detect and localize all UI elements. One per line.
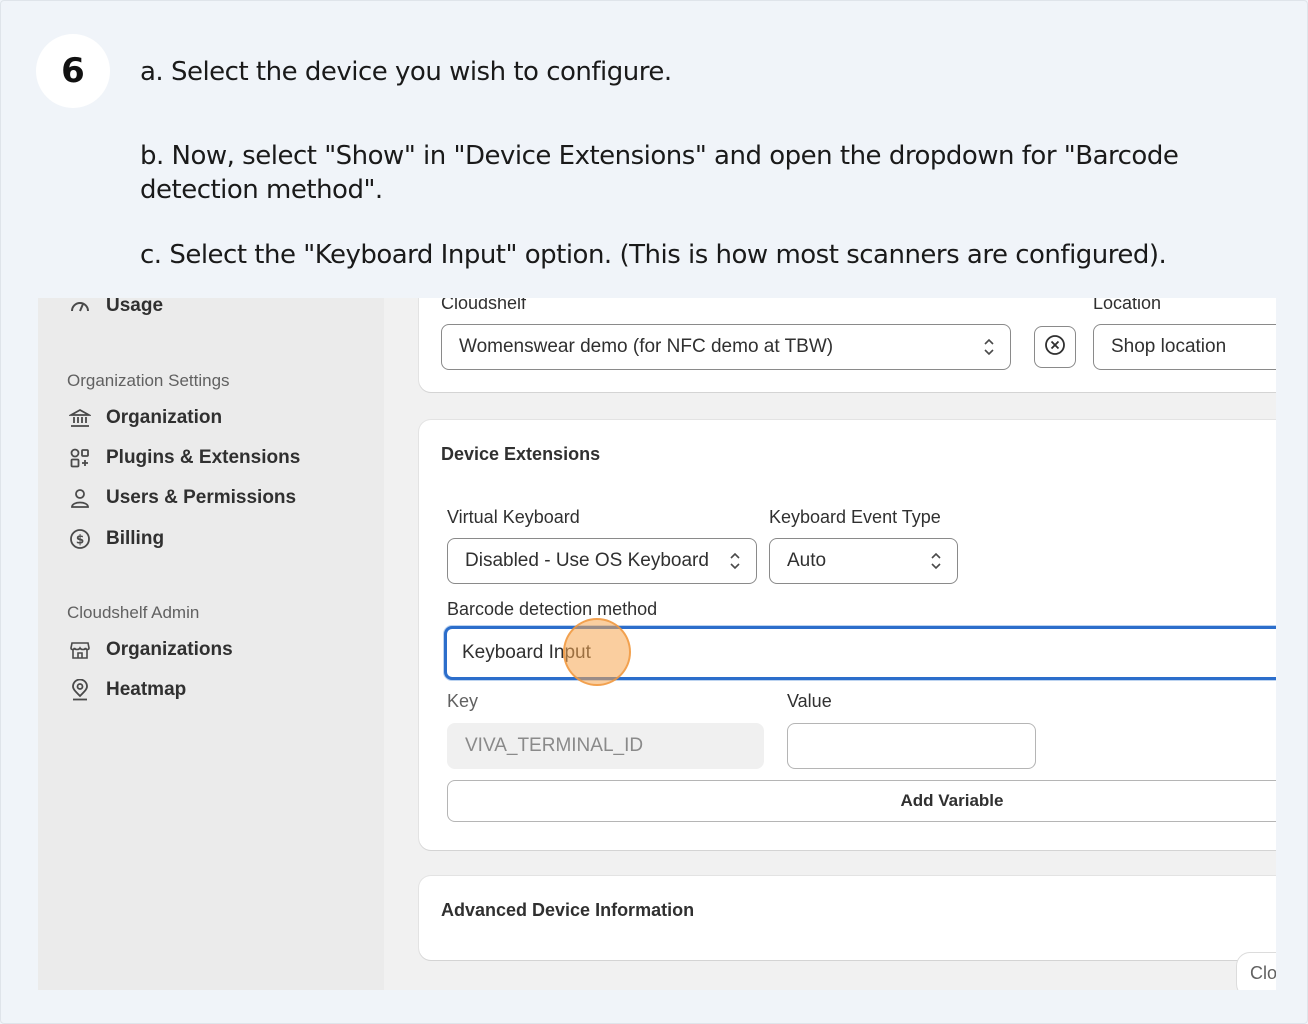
plugins-icon <box>68 446 92 470</box>
virtual-keyboard-value: Disabled - Use OS Keyboard <box>465 550 709 571</box>
cloudshelf-value: Womenswear demo (for NFC demo at TBW) <box>459 336 834 357</box>
keyboard-event-type-label: Keyboard Event Type <box>769 507 941 527</box>
device-extensions-card: Device Extensions Virtual Keyboard Disab… <box>419 420 1276 850</box>
key-value: VIVA_TERMINAL_ID <box>465 735 644 756</box>
keyboard-event-type-select[interactable]: Auto <box>769 538 958 584</box>
location-select[interactable]: Shop location <box>1093 324 1276 370</box>
chevron-updown-icon <box>929 550 943 572</box>
chevron-updown-icon <box>728 550 742 572</box>
advanced-device-info-card[interactable]: Advanced Device Information <box>419 876 1276 960</box>
store-icon <box>68 638 92 662</box>
app-screenshot: Usage Organization Settings Organization… <box>38 298 1276 990</box>
sidebar-item-organizations[interactable]: Organizations <box>68 636 233 664</box>
sidebar-item-label: Plugins & Extensions <box>106 447 301 468</box>
main-content: Cloudshelf Womenswear demo (for NFC demo… <box>384 298 1276 990</box>
clear-cloudshelf-button[interactable] <box>1034 326 1076 368</box>
user-icon <box>68 486 92 510</box>
dollar-icon: $ <box>68 527 92 551</box>
sidebar-item-label: Organization <box>106 407 223 428</box>
key-label: Key <box>447 691 479 711</box>
device-card: Cloudshelf Womenswear demo (for NFC demo… <box>419 298 1276 392</box>
sidebar-item-usage[interactable]: Usage <box>68 298 163 320</box>
sidebar-item-label: Usage <box>106 298 164 316</box>
instruction-b: b. Now, select "Show" in "Device Extensi… <box>140 141 1179 205</box>
section-title-cloudshelf-admin: Cloudshelf Admin <box>67 603 200 622</box>
sidebar-item-organization[interactable]: Organization <box>68 404 222 432</box>
close-button[interactable]: Clo <box>1236 952 1276 990</box>
keyboard-event-type-value: Auto <box>787 550 827 571</box>
sidebar-item-billing[interactable]: $ Billing <box>68 525 164 553</box>
location-value: Shop location <box>1111 336 1227 357</box>
location-label: Location <box>1093 298 1162 313</box>
svg-text:$: $ <box>76 533 84 547</box>
barcode-detection-label: Barcode detection method <box>447 599 658 619</box>
step-number-badge: 6 <box>36 34 110 108</box>
sidebar-item-users[interactable]: Users & Permissions <box>68 484 296 512</box>
close-circle-icon <box>1044 334 1066 361</box>
device-extensions-heading: Device Extensions <box>441 444 601 464</box>
value-field[interactable] <box>787 723 1036 769</box>
instruction-a: a. Select the device you wish to configu… <box>140 57 672 87</box>
sidebar-item-label: Heatmap <box>106 679 187 700</box>
sidebar-item-plugins[interactable]: Plugins & Extensions <box>68 444 300 472</box>
virtual-keyboard-label: Virtual Keyboard <box>447 507 580 527</box>
key-field[interactable]: VIVA_TERMINAL_ID <box>447 723 764 769</box>
bank-icon <box>68 406 92 430</box>
sidebar-item-label: Users & Permissions <box>106 487 297 508</box>
sidebar-item-label: Organizations <box>106 639 233 660</box>
section-title-organization-settings: Organization Settings <box>67 371 230 390</box>
add-variable-label: Add Variable <box>900 791 1004 810</box>
sidebar-item-label: Billing <box>106 528 165 549</box>
cloudshelf-select[interactable]: Womenswear demo (for NFC demo at TBW) <box>441 324 1011 370</box>
value-label: Value <box>787 691 832 711</box>
map-pin-icon <box>68 678 92 702</box>
cloudshelf-label: Cloudshelf <box>441 298 527 313</box>
gauge-icon <box>68 298 92 318</box>
sidebar-item-heatmap[interactable]: Heatmap <box>68 676 186 704</box>
add-variable-button[interactable]: Add Variable <box>447 780 1276 822</box>
chevron-updown-icon <box>982 336 996 358</box>
advanced-device-info-heading: Advanced Device Information <box>441 900 695 920</box>
sidebar: Usage Organization Settings Organization… <box>38 298 384 990</box>
virtual-keyboard-select[interactable]: Disabled - Use OS Keyboard <box>447 538 757 584</box>
instruction-c: c. Select the "Keyboard Input" option. (… <box>140 240 1167 270</box>
click-indicator <box>563 618 631 686</box>
